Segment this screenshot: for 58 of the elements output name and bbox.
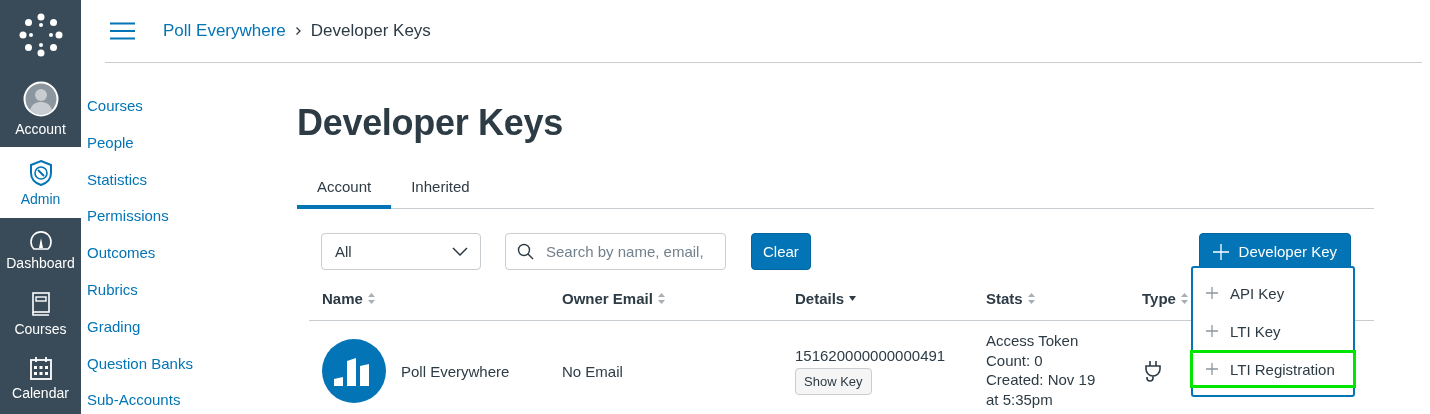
shield-icon bbox=[27, 158, 54, 187]
course-nav-link[interactable]: Courses bbox=[87, 96, 297, 133]
nav-item[interactable]: Admin bbox=[0, 147, 81, 218]
tab[interactable]: Account bbox=[297, 167, 392, 209]
plus-icon bbox=[1212, 243, 1229, 260]
nav-item[interactable]: Dashboard bbox=[0, 218, 81, 282]
sort-down-icon[interactable] bbox=[849, 295, 857, 301]
course-nav-link[interactable]: Sub-Accounts bbox=[87, 390, 297, 414]
stats-text: at 5:35pm bbox=[986, 389, 1053, 409]
course-nav-link[interactable]: Outcomes bbox=[87, 243, 297, 280]
course-nav-link[interactable]: Rubrics bbox=[87, 280, 297, 317]
search-field[interactable]: Search by name, email, bbox=[505, 233, 726, 270]
show-key-button[interactable]: Show Key bbox=[795, 368, 872, 395]
sort-icon[interactable] bbox=[657, 292, 665, 304]
app-logo-icon bbox=[322, 339, 386, 403]
course-nav-link[interactable]: Question Banks bbox=[87, 353, 297, 391]
nav-item[interactable]: Courses bbox=[0, 282, 81, 346]
search-icon bbox=[517, 243, 534, 260]
owner-email: No Email bbox=[562, 362, 623, 380]
menu-item[interactable]: API Key bbox=[1190, 274, 1356, 312]
column-header[interactable]: Owner Email bbox=[562, 289, 653, 307]
stats-text: Access Token bbox=[986, 331, 1079, 351]
key-id: 151620000000000491 bbox=[795, 347, 946, 364]
breadcrumb-current: Developer Keys bbox=[310, 21, 431, 41]
gauge-icon bbox=[27, 229, 54, 251]
nav-item[interactable]: Calendar bbox=[0, 346, 81, 410]
course-nav-link[interactable]: People bbox=[87, 132, 297, 170]
plus-icon bbox=[1206, 325, 1218, 337]
type-select[interactable]: All bbox=[321, 233, 481, 270]
course-nav-link[interactable]: Permissions bbox=[87, 206, 297, 244]
menu-item[interactable]: LTI Key bbox=[1190, 312, 1356, 350]
page-title: Developer Keys bbox=[297, 101, 564, 145]
logo-icon[interactable] bbox=[18, 13, 63, 57]
menu-icon[interactable] bbox=[110, 22, 135, 40]
sort-icon[interactable] bbox=[1027, 292, 1035, 304]
nav-item[interactable]: Account bbox=[0, 70, 81, 147]
tab[interactable]: Inherited bbox=[391, 167, 490, 208]
column-header[interactable]: Type bbox=[1142, 289, 1176, 307]
plus-icon bbox=[1206, 363, 1218, 375]
key-name: Poll Everywhere bbox=[401, 362, 510, 380]
book-icon bbox=[30, 291, 51, 317]
course-nav-link[interactable]: Statistics bbox=[87, 169, 297, 207]
clear-button[interactable]: Clear bbox=[751, 233, 811, 270]
breadcrumb-link[interactable]: Poll Everywhere bbox=[163, 21, 286, 41]
calendar-icon bbox=[28, 355, 53, 381]
plus-icon bbox=[1206, 287, 1218, 299]
chevron-down-icon bbox=[452, 247, 468, 256]
avatar-icon bbox=[22, 80, 59, 117]
column-header[interactable]: Stats bbox=[986, 289, 1023, 307]
course-nav-link[interactable]: Grading bbox=[87, 316, 297, 354]
menu-item[interactable]: LTI Registration bbox=[1190, 350, 1356, 388]
stats-text: Count: 0 bbox=[986, 350, 1043, 370]
sort-icon[interactable] bbox=[1180, 292, 1188, 304]
stats-text: Created: Nov 19 bbox=[986, 370, 1096, 390]
column-header[interactable]: Name bbox=[322, 289, 363, 307]
sort-icon[interactable] bbox=[367, 292, 375, 304]
column-header[interactable]: Details bbox=[795, 289, 845, 307]
chevron-icon bbox=[294, 26, 302, 36]
